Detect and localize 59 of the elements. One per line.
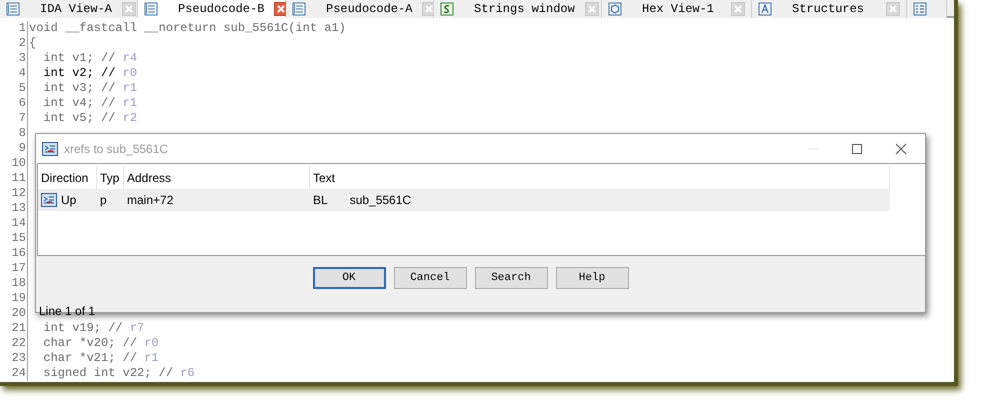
line-number: 21 — [0, 321, 28, 336]
line-number: 8 — [0, 126, 28, 141]
line-number: 18 — [0, 276, 28, 291]
code-line: int v19; // r7 — [42, 321, 144, 336]
line-number: 22 — [0, 336, 28, 351]
dialog-button[interactable]: Cancel — [394, 267, 466, 289]
dialog-button[interactable]: Search — [474, 267, 548, 289]
tab[interactable]: IDA View-A — [0, 0, 138, 18]
line-number: 11 — [0, 171, 28, 186]
code-line: int v2; // r0 — [42, 66, 138, 81]
dialog-button[interactable]: OK — [312, 267, 386, 289]
code-line: signed int v22; // r6 — [42, 366, 195, 381]
line-number: 10 — [0, 156, 28, 171]
line-number: 13 — [0, 201, 28, 216]
dialog-title: xrefs to sub_5561C — [64, 140, 170, 158]
code-line: { — [28, 36, 36, 51]
table-cell-text: Up — [61, 192, 76, 209]
line-number: 1 — [0, 21, 28, 36]
line-number: 3 — [0, 51, 28, 66]
line-number: 23 — [0, 351, 28, 366]
line-number: 5 — [0, 81, 28, 96]
line-number: 19 — [0, 291, 28, 306]
tab-label: Hex View-1 — [641, 1, 716, 18]
table-cell-text: p — [99, 192, 108, 209]
tab[interactable]: Pseudocode-A — [286, 0, 434, 18]
code-line: int v5; // r2 — [42, 111, 138, 126]
tab[interactable]: Strings window — [434, 0, 602, 18]
line-number: 12 — [0, 186, 28, 201]
dialog-button[interactable]: Help — [556, 267, 628, 289]
table-cell-text: BL — [313, 192, 328, 209]
line-number: 6 — [0, 96, 28, 111]
code-line: char *v21; // r1 — [42, 351, 159, 366]
list-row[interactable]: Up p main+72 BL sub_5561C — [38, 189, 890, 211]
line-number: 17 — [0, 261, 28, 276]
code-line: char *v20; // r0 — [42, 336, 159, 351]
line-number: 2 — [0, 36, 28, 51]
tab[interactable]: Structures — [752, 0, 907, 18]
line-number: 15 — [0, 231, 28, 246]
code-line: void __fastcall __noreturn sub_5561C(int a1) — [28, 21, 346, 36]
line-number: 4 — [0, 66, 28, 81]
line-number: 24 — [0, 366, 28, 381]
tab-label: Structures — [791, 1, 866, 18]
tab-label: Pseudocode-B — [177, 1, 264, 18]
line-number: 14 — [0, 216, 28, 231]
code-line: int v4; // r1 — [42, 96, 138, 111]
line-number: 7 — [0, 111, 28, 126]
tab[interactable]: Hex View-1 — [602, 0, 752, 18]
tab-label: IDA View-A — [39, 1, 112, 18]
tab[interactable]: Pseudocode-B — [138, 0, 286, 18]
line-number: 16 — [0, 246, 28, 261]
status-text: Line 1 of 1 — [39, 304, 96, 318]
table-cell-text: sub_5561C — [350, 192, 412, 209]
line-number: 9 — [0, 141, 28, 156]
tab-label: Strings window — [473, 1, 575, 18]
code-line: int v3; // r1 — [42, 81, 138, 96]
line-number: 20 — [0, 306, 28, 321]
table-cell-text: main+72 — [126, 192, 174, 209]
tab-label: Pseudocode-A — [325, 1, 412, 18]
code-line: int v1; // r4 — [42, 51, 138, 66]
